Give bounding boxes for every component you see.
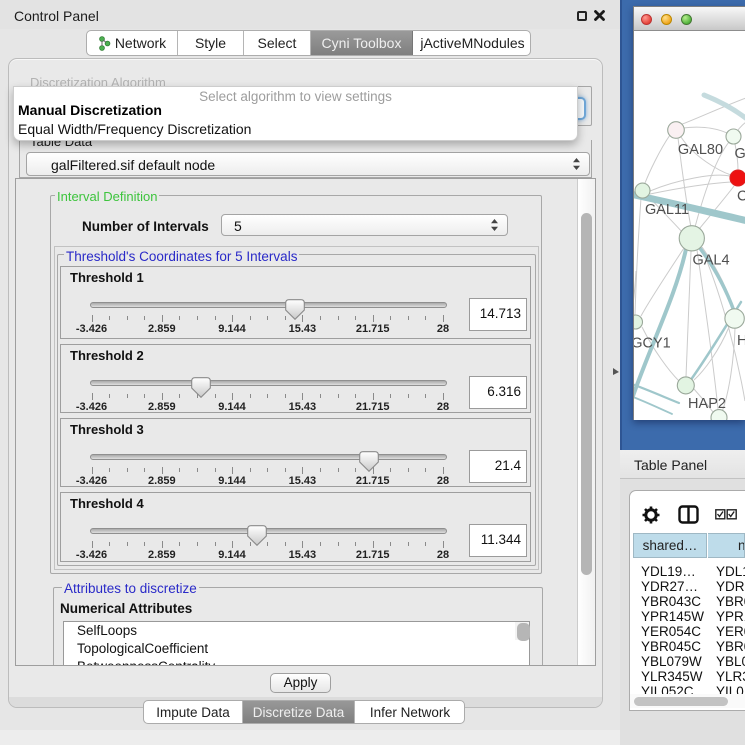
svg-text:GCY1: GCY1 [634,336,671,352]
svg-text:GAL80: GAL80 [678,142,723,158]
svg-text:C: C [737,189,745,205]
svg-text:HAP2: HAP2 [688,396,726,412]
svg-text:GA: GA [735,146,745,162]
svg-text:GAL11: GAL11 [645,202,689,218]
svg-text:GAL4: GAL4 [692,253,729,269]
svg-text:H: H [737,333,745,349]
